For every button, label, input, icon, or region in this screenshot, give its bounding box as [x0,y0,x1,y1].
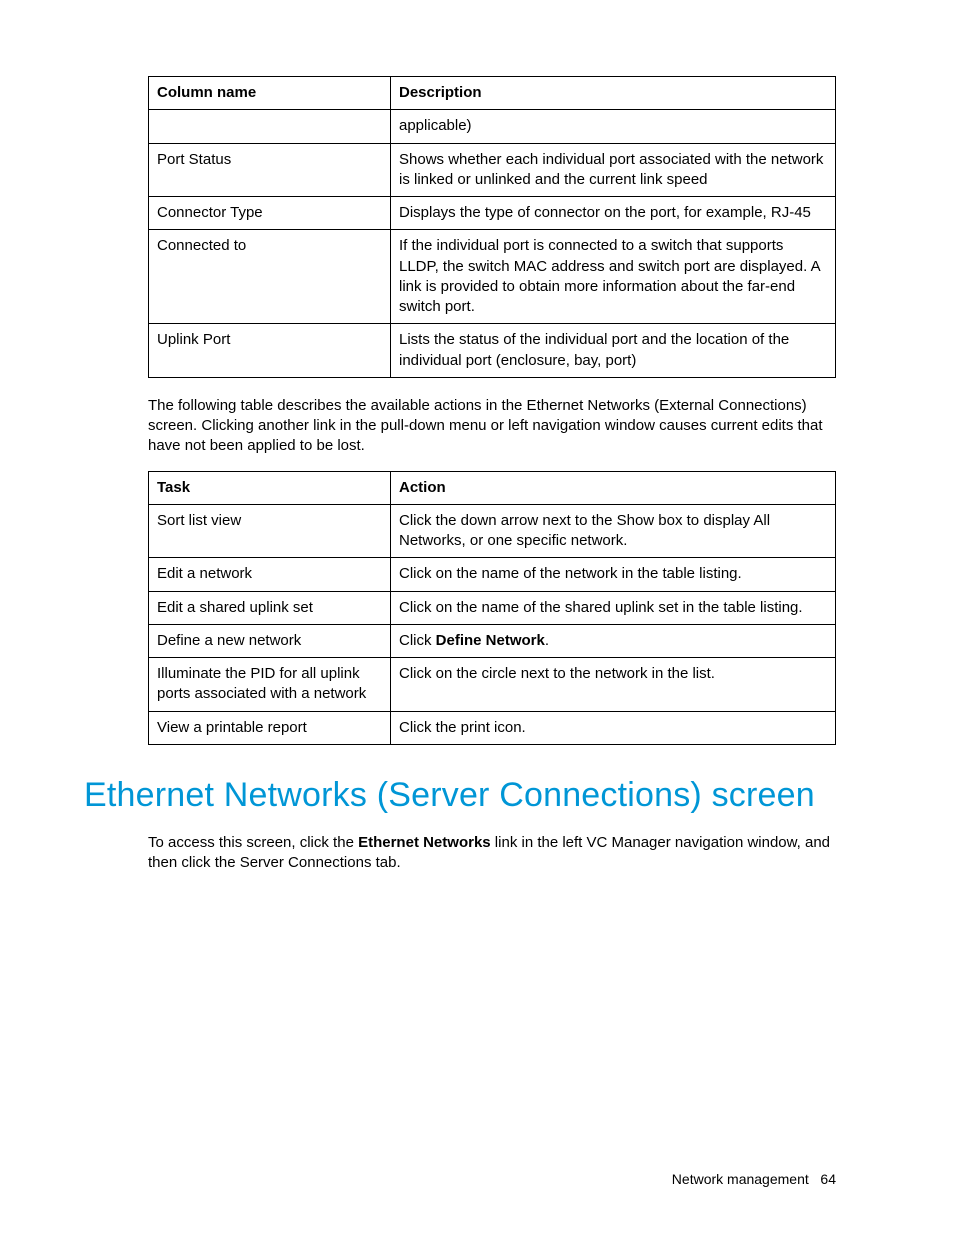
table-cell: Displays the type of connector on the po… [391,197,836,230]
table-cell: View a printable report [149,711,391,744]
table-header-cell: Column name [149,77,391,110]
table-header-row: Task Action [149,471,836,504]
table-cell: Shows whether each individual port assoc… [391,143,836,197]
table-header-cell: Description [391,77,836,110]
table-row: Connector Type Displays the type of conn… [149,197,836,230]
table-cell: Click on the circle next to the network … [391,658,836,712]
paragraph: The following table describes the availa… [148,396,836,457]
table-cell: Sort list view [149,504,391,558]
table-row: applicable) [149,110,836,143]
table-cell: Click on the name of the shared uplink s… [391,591,836,624]
table-row: Define a new network Click Define Networ… [149,624,836,657]
table-cell: applicable) [391,110,836,143]
table-row: Edit a network Click on the name of the … [149,558,836,591]
page-footer: Network management 64 [672,1170,836,1189]
table-cell: Lists the status of the individual port … [391,324,836,378]
table-cell: Define a new network [149,624,391,657]
table-cell: Edit a network [149,558,391,591]
footer-page-number: 64 [820,1171,836,1187]
paragraph: To access this screen, click the Etherne… [148,833,836,874]
task-action-table: Task Action Sort list view Click the dow… [148,471,836,745]
table-cell [149,110,391,143]
text: . [545,632,549,649]
table-cell: Connected to [149,230,391,324]
footer-section-label: Network management [672,1171,809,1187]
table-header-row: Column name Description [149,77,836,110]
table-row: Edit a shared uplink set Click on the na… [149,591,836,624]
bold-text: Define Network [436,632,545,649]
table-row: Connected to If the individual port is c… [149,230,836,324]
table-row: Illuminate the PID for all uplink ports … [149,658,836,712]
table-cell: Click Define Network. [391,624,836,657]
table-row: Uplink Port Lists the status of the indi… [149,324,836,378]
table-row: Sort list view Click the down arrow next… [149,504,836,558]
table-cell: Connector Type [149,197,391,230]
table-row: Port Status Shows whether each individua… [149,143,836,197]
section-heading: Ethernet Networks (Server Connections) s… [84,773,836,819]
table-cell: Port Status [149,143,391,197]
table-cell: Illuminate the PID for all uplink ports … [149,658,391,712]
table-cell: Click on the name of the network in the … [391,558,836,591]
table-cell: Click the print icon. [391,711,836,744]
table-cell: Click the down arrow next to the Show bo… [391,504,836,558]
table-header-cell: Action [391,471,836,504]
table-header-cell: Task [149,471,391,504]
table-cell: Edit a shared uplink set [149,591,391,624]
table-row: View a printable report Click the print … [149,711,836,744]
bold-text: Ethernet Networks [358,834,491,851]
text: To access this screen, click the [148,834,358,851]
column-description-table: Column name Description applicable) Port… [148,76,836,378]
text: Click [399,632,436,649]
table-cell: Uplink Port [149,324,391,378]
document-page: Column name Description applicable) Port… [0,0,954,1235]
table-cell: If the individual port is connected to a… [391,230,836,324]
